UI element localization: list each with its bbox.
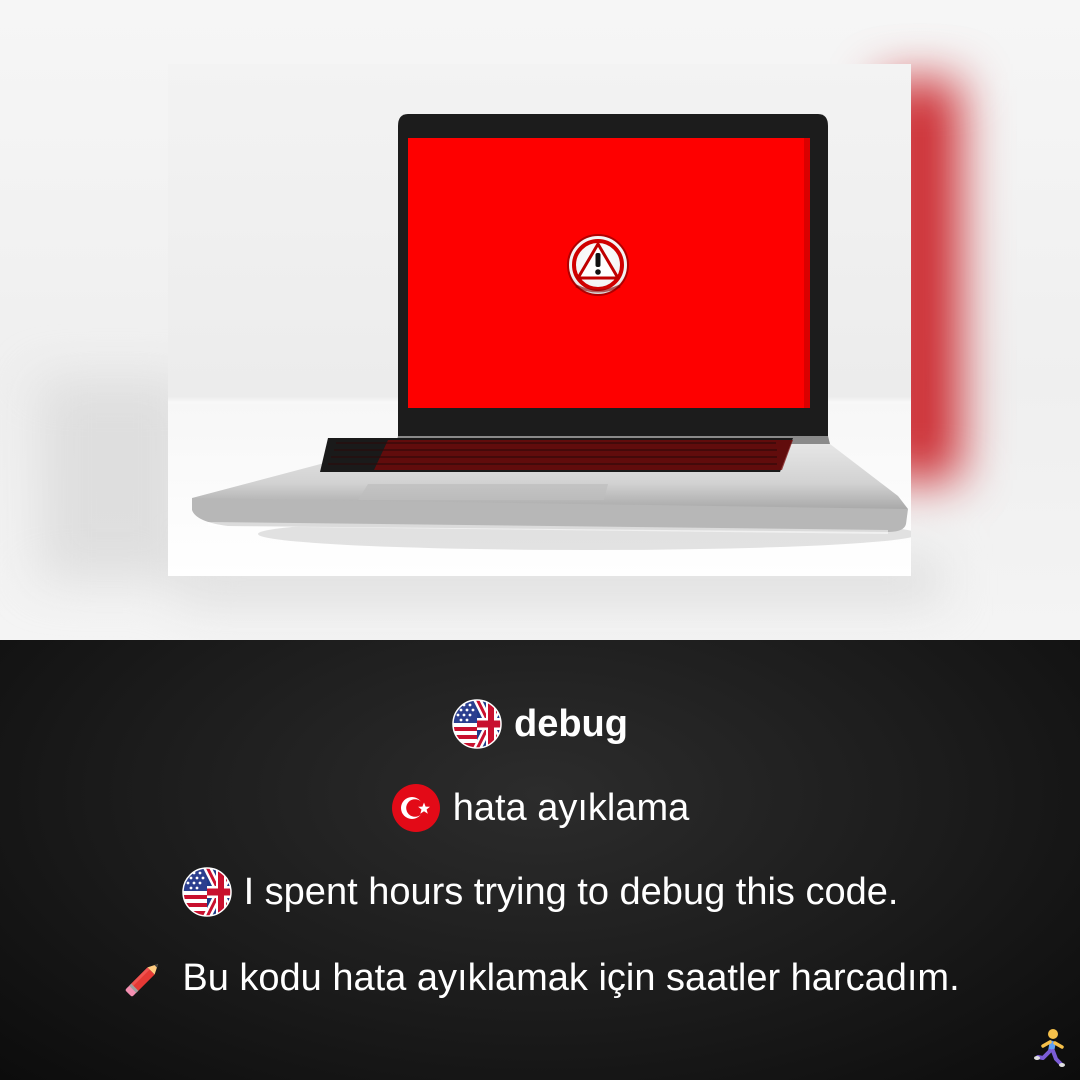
laptop-photo — [168, 64, 911, 576]
running-person-icon — [1034, 1029, 1065, 1067]
english-sentence-row: I spent hours trying to debug this code. — [0, 864, 1080, 920]
laptop-illustration — [168, 114, 911, 576]
turkish-sentence-row: Bu kodu hata ayıklamak için saatler harc… — [0, 950, 1080, 1006]
us-uk-flag-icon — [181, 867, 232, 917]
keyboard — [320, 438, 793, 472]
turkish-sentence: Bu kodu hata ayıklamak için saatler harc… — [182, 956, 960, 999]
warning-icon — [567, 234, 629, 296]
english-sentence: I spent hours trying to debug this code. — [243, 870, 899, 913]
photo-area — [0, 0, 1080, 640]
english-word-row: debug — [0, 696, 1080, 752]
english-word: debug — [514, 702, 628, 745]
us-uk-flag-icon — [452, 699, 502, 749]
turkish-word: hata ayıklama — [452, 786, 690, 829]
post-canvas: debug hata ayıklama I spent hours trying… — [0, 0, 1080, 1080]
turkey-flag-icon — [391, 784, 440, 832]
turkish-word-row: hata ayıklama — [0, 780, 1080, 836]
vocab-panel: debug hata ayıklama I spent hours trying… — [0, 640, 1080, 1080]
pencil-icon — [126, 963, 159, 997]
